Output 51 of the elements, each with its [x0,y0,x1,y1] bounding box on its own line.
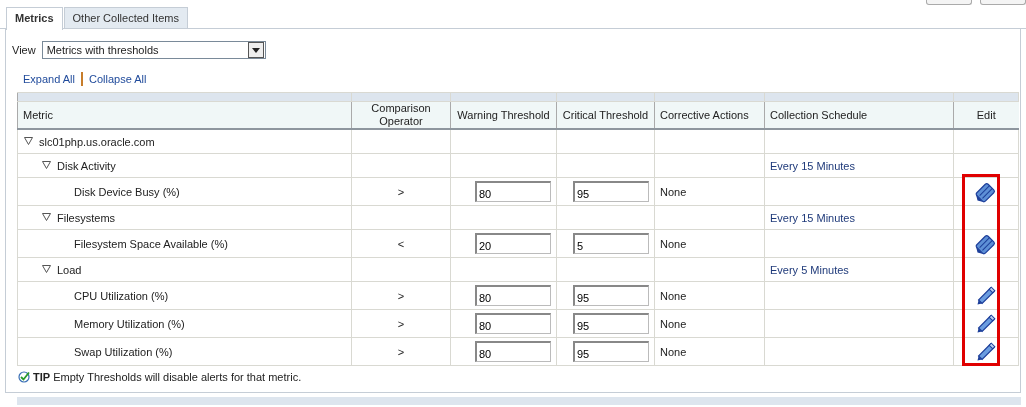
warning-threshold-field[interactable]: 20 [475,233,551,254]
column-header: Corrective Actions [654,101,765,129]
column-header: Metric [17,101,352,129]
expand-triangle-icon[interactable] [42,160,51,169]
column-header: Edit [953,101,1019,129]
metric-name: slc01php.us.oracle.com [39,135,155,148]
tip-text: TIP Empty Thresholds will disable alerts for that metric. [33,371,302,383]
critical-threshold-field[interactable]: 95 [573,313,649,334]
corrective-actions: None [660,289,687,302]
collection-schedule: Every 5 Minutes [770,263,849,276]
metric-name: Disk Device Busy (%) [74,185,180,198]
operator: > [397,345,405,358]
warning-threshold-field[interactable]: 80 [475,181,551,202]
metric-name: CPU Utilization (%) [74,289,169,302]
view-label: View [12,44,36,56]
collapse-all-link[interactable]: Collapse All [89,73,147,85]
metric-name: Filesystems [57,211,116,224]
expand-all-link[interactable]: Expand All [23,73,75,85]
critical-threshold-field[interactable]: 95 [573,181,649,202]
corrective-actions: None [660,317,687,330]
column-header: Warning Threshold [450,101,557,129]
critical-threshold-field[interactable]: 95 [573,285,649,306]
critical-threshold-field[interactable]: 95 [573,341,649,362]
operator: > [397,317,405,330]
metric-name: Swap Utilization (%) [74,345,173,358]
operator: < [397,237,405,250]
tab[interactable]: Other Collected Items [63,7,188,28]
collection-schedule: Every 15 Minutes [770,211,855,224]
warning-threshold-field[interactable]: 80 [475,341,551,362]
warning-threshold-field[interactable]: 80 [475,285,551,306]
corrective-actions: None [660,345,687,358]
tab[interactable]: Metrics [6,7,63,30]
metric-name: Disk Activity [57,159,116,172]
metric-name: Memory Utilization (%) [74,317,185,330]
operator: > [397,289,405,302]
check-icon [18,371,30,383]
metric-name: Filesystem Space Available (%) [74,237,228,250]
column-header: Comparison Operator [351,101,451,129]
view-dropdown[interactable]: Metrics with thresholds [41,41,266,59]
column-header: Critical Threshold [556,101,655,129]
corrective-actions: None [660,185,687,198]
corrective-actions: None [660,237,687,250]
operator: > [397,185,405,198]
expand-triangle-icon[interactable] [24,136,33,145]
critical-threshold-field[interactable]: 5 [573,233,649,254]
metric-name: Load [57,263,82,276]
warning-threshold-field[interactable]: 80 [475,313,551,334]
expand-triangle-icon[interactable] [42,212,51,221]
column-header: Collection Schedule [764,101,954,129]
expand-triangle-icon[interactable] [42,264,51,273]
collection-schedule: Every 15 Minutes [770,159,855,172]
